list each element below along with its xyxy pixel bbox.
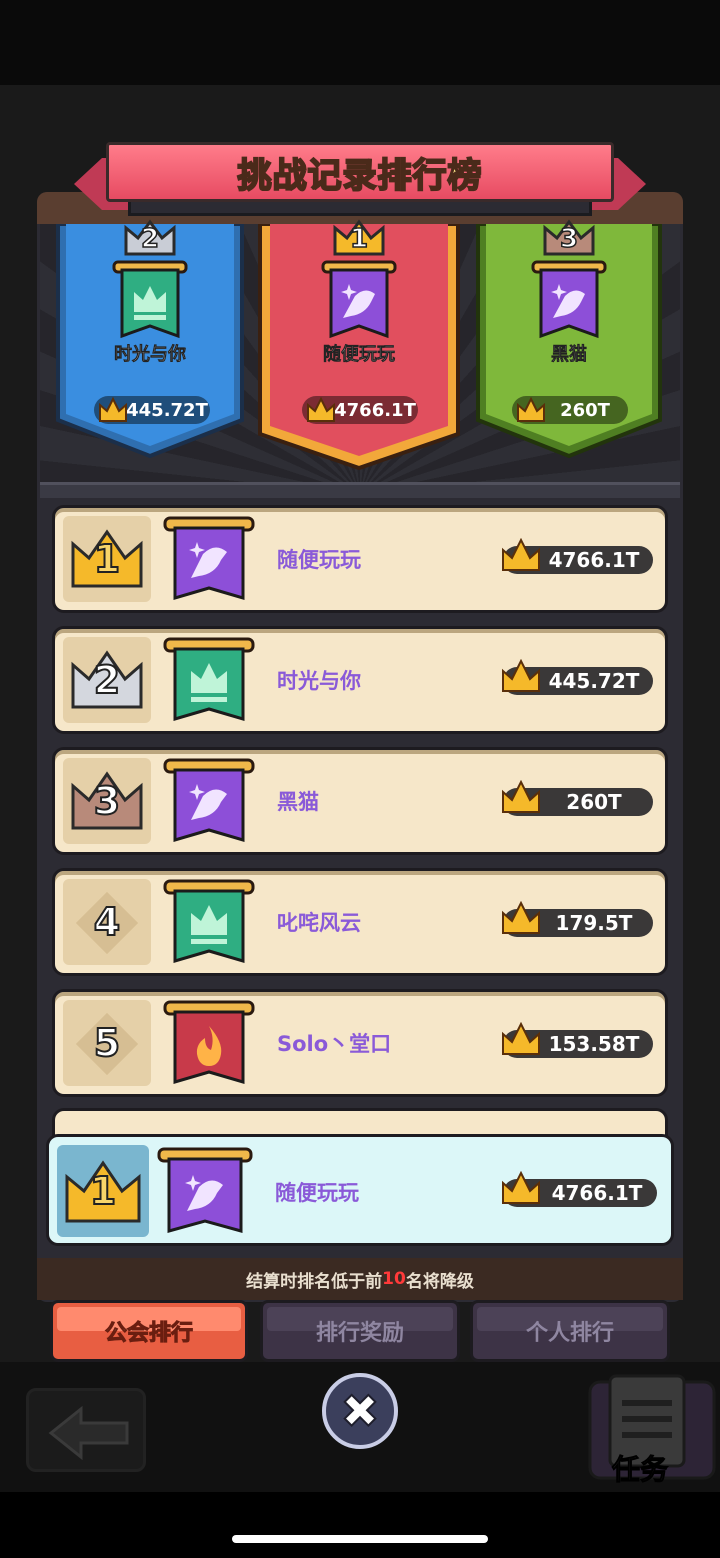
tab-label: 排行奖励	[315, 1321, 404, 1346]
list-item[interactable]: 1 随便玩玩 4766.1T	[52, 505, 668, 613]
player-name: 随便玩玩	[275, 1181, 359, 1205]
notice-text-pre: 结算时排名低于前	[246, 1271, 383, 1292]
player-name: 黑猫	[277, 790, 319, 814]
list-item[interactable]: 5 Solo丶堂口 153.58T	[52, 989, 668, 1097]
bird-banner-icon	[319, 260, 399, 346]
flame-banner-icon	[163, 998, 255, 1096]
player-name: Solo丶堂口	[277, 1032, 392, 1056]
player-name: 时光与你	[277, 669, 361, 693]
close-icon: ✖	[340, 1384, 381, 1438]
rank-number: 4	[93, 899, 121, 945]
score-value: 4766.1T	[551, 1181, 643, 1205]
demotion-notice: 结算时排名低于前 10 名将降级	[37, 1258, 683, 1300]
back-button[interactable]	[26, 1388, 146, 1472]
podium-score-value: 260T	[560, 399, 610, 421]
podium-base	[40, 482, 680, 498]
podium-rank-number: 3	[559, 223, 579, 255]
list-item[interactable]: 2 时光与你 445.72T	[52, 626, 668, 734]
score-pill: 4766.1T	[502, 1171, 657, 1207]
score-value: 153.58T	[548, 1032, 640, 1056]
top-status-area	[0, 0, 720, 85]
fire-crown-icon	[502, 538, 540, 571]
score-value: 4766.1T	[548, 548, 640, 572]
list-item[interactable]: 4 叱咤风云 179.5T	[52, 868, 668, 976]
podium-flag-third[interactable]: 3 黑猫 260T	[474, 219, 664, 460]
rank-number: 1	[89, 1168, 117, 1214]
my-rank-row[interactable]: 1 随便玩玩 4766.1T	[46, 1134, 674, 1246]
rank-number: 3	[93, 778, 121, 824]
bottom-strip	[0, 1492, 720, 1558]
podium-score: 445.72T	[94, 396, 210, 424]
arrow-left-icon	[48, 1405, 129, 1461]
crown-banner-icon	[110, 260, 190, 346]
podium-flag-second[interactable]: 2 时光与你 445.72T	[54, 219, 246, 460]
bird-banner-icon	[163, 756, 255, 854]
notice-text-post: 名将降级	[405, 1271, 474, 1292]
task-label: 任务	[611, 1453, 669, 1487]
fire-crown-icon	[307, 397, 335, 422]
bird-banner-icon	[163, 514, 255, 612]
gold-crown-icon: 1	[331, 218, 387, 258]
podium-player-name: 时光与你	[114, 344, 187, 366]
score-pill: 445.72T	[502, 659, 653, 695]
tab-label: 公会排行	[104, 1321, 193, 1347]
podium-player-name: 随便玩玩	[323, 344, 396, 366]
podium-rank-number: 1	[349, 223, 369, 255]
bird-banner-icon	[529, 260, 609, 346]
list-item[interactable]: 3 黑猫 260T	[52, 747, 668, 855]
notice-highlight-number: 10	[382, 1269, 406, 1289]
score-value: 179.5T	[555, 911, 633, 935]
title-face: 挑战记录排行榜	[106, 142, 614, 202]
score-pill: 179.5T	[502, 901, 653, 937]
page-title: 挑战记录排行榜	[237, 155, 483, 197]
fire-crown-icon	[502, 659, 540, 692]
crown-banner-icon	[163, 635, 255, 733]
task-button[interactable]: 任务	[584, 1372, 720, 1492]
rank-number: 5	[93, 1020, 121, 1066]
score-value: 260T	[566, 790, 622, 814]
silver-crown-icon: 2	[122, 218, 178, 258]
home-indicator[interactable]	[232, 1535, 488, 1543]
player-name: 随便玩玩	[277, 548, 361, 572]
score-pill: 260T	[502, 780, 653, 816]
fire-crown-icon	[502, 1171, 540, 1204]
score-pill: 4766.1T	[502, 538, 653, 574]
player-name: 叱咤风云	[277, 911, 361, 935]
bronze-crown-icon: 3	[541, 218, 597, 258]
tab-label: 个人排行	[525, 1321, 614, 1346]
crown-banner-icon	[163, 877, 255, 975]
fire-crown-icon	[517, 397, 545, 422]
score-pill: 153.58T	[502, 1022, 653, 1058]
rank-number: 2	[93, 657, 121, 703]
bird-banner-icon	[157, 1145, 253, 1245]
podium-score: 4766.1T	[302, 396, 418, 424]
fire-crown-icon	[502, 780, 540, 813]
ribbon-underside	[128, 200, 592, 216]
fire-crown-icon	[99, 397, 127, 422]
podium-rank-number: 2	[140, 223, 160, 255]
fire-crown-icon	[502, 1022, 540, 1055]
podium-score: 260T	[512, 396, 628, 424]
podium-flag-first[interactable]: 1 随便玩玩 4766.1T	[256, 219, 462, 472]
close-button[interactable]: ✖	[322, 1373, 398, 1449]
tab-ranking-rewards[interactable]: 排行奖励	[260, 1300, 460, 1362]
rank-number: 1	[93, 536, 121, 582]
podium-player-name: 黑猫	[551, 344, 588, 366]
score-value: 445.72T	[548, 669, 640, 693]
tab-personal-ranking[interactable]: 个人排行	[470, 1300, 670, 1362]
tab-guild-ranking[interactable]: 公会排行	[50, 1300, 248, 1362]
fire-crown-icon	[502, 901, 540, 934]
podium-score-value: 445.72T	[126, 399, 208, 421]
title-ribbon: 挑战记录排行榜	[74, 140, 646, 218]
podium-score-value: 4766.1T	[334, 399, 416, 421]
